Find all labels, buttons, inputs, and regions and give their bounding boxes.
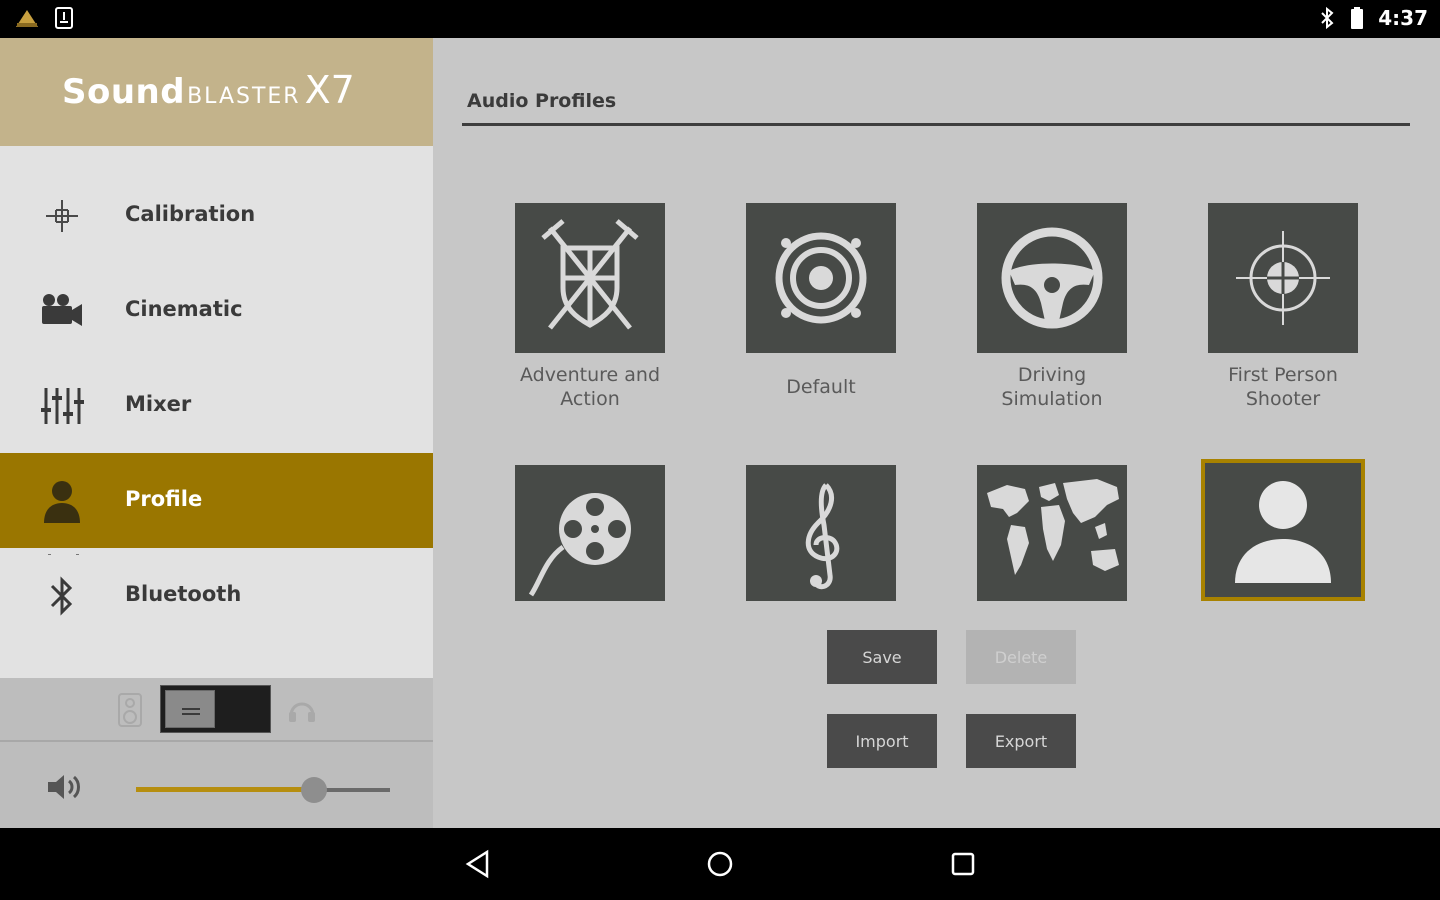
status-bar: 4:37 xyxy=(0,0,1440,38)
toggle-knob[interactable] xyxy=(165,690,215,728)
person-icon xyxy=(36,477,88,525)
sidebar-item-label: Mixer xyxy=(125,392,192,416)
profile-tile-driving[interactable] xyxy=(977,203,1127,353)
profile-tile-world[interactable] xyxy=(977,465,1127,601)
sidebar-item-bluetooth[interactable]: Bluetooth xyxy=(0,548,433,643)
sidebar-nav: Calibration Cinematic Mixer Profile Blue xyxy=(0,168,433,643)
sidebar-scroll-hint xyxy=(0,543,433,555)
steering-wheel-icon xyxy=(977,203,1127,353)
recents-icon[interactable] xyxy=(943,844,983,884)
volume-fill xyxy=(136,787,314,792)
download-notification-icon xyxy=(54,6,74,30)
crossed-swords-shield-icon xyxy=(515,203,665,353)
treble-clef-icon xyxy=(746,465,896,601)
soundblaster-logo: SoundBLASTER X7 xyxy=(62,68,355,112)
section-title: Audio Profiles xyxy=(467,90,617,112)
mixer-sliders-icon xyxy=(36,382,88,430)
warning-notification-icon xyxy=(14,7,40,29)
clock: 4:37 xyxy=(1378,6,1428,30)
volume-icon xyxy=(46,772,84,806)
sidebar-item-calibration[interactable]: Calibration xyxy=(0,168,433,263)
profile-tile-movie[interactable] xyxy=(515,465,665,601)
battery-icon xyxy=(1350,6,1364,30)
brand-header: SoundBLASTER X7 xyxy=(0,38,433,146)
main-panel: Audio Profiles Adventure and Action Defau… xyxy=(433,38,1440,828)
delete-button[interactable]: Delete xyxy=(966,630,1076,684)
system-nav-bar xyxy=(0,828,1440,900)
sidebar-item-label: Profile xyxy=(125,487,203,511)
crosshair-icon xyxy=(1208,203,1358,353)
sidebar-item-label: Calibration xyxy=(125,202,256,226)
profile-label: Adventure and Action xyxy=(519,364,661,410)
profile-tile-adventure[interactable] xyxy=(515,203,665,353)
speaker-cone-icon xyxy=(746,203,896,353)
film-reel-icon xyxy=(515,465,665,601)
sidebar-item-mixer[interactable]: Mixer xyxy=(0,358,433,453)
world-map-icon xyxy=(977,465,1127,601)
output-toggle[interactable] xyxy=(160,685,271,733)
section-divider xyxy=(462,123,1410,126)
calibration-icon xyxy=(36,192,88,240)
bluetooth-status-icon xyxy=(1318,6,1336,30)
sidebar-item-label: Bluetooth xyxy=(125,582,242,606)
speaker-icon xyxy=(116,692,144,732)
volume-slider[interactable] xyxy=(136,777,390,803)
home-icon[interactable] xyxy=(700,844,740,884)
export-button[interactable]: Export xyxy=(966,714,1076,768)
back-icon[interactable] xyxy=(458,844,498,884)
sidebar: SoundBLASTER X7 Calibration Cinematic Mix… xyxy=(0,38,433,828)
movie-camera-icon xyxy=(36,287,88,335)
profile-tile-music[interactable] xyxy=(746,465,896,601)
save-button[interactable]: Save xyxy=(827,630,937,684)
user-silhouette-icon xyxy=(1205,463,1361,597)
bluetooth-icon xyxy=(36,572,88,620)
sidebar-item-profile[interactable]: Profile xyxy=(0,453,433,548)
profile-label: Driving Simulation xyxy=(1001,364,1103,410)
output-switch xyxy=(0,678,433,742)
headphones-icon xyxy=(287,694,317,728)
sidebar-item-cinematic[interactable]: Cinematic xyxy=(0,263,433,358)
profile-tile-custom[interactable] xyxy=(1201,459,1365,601)
volume-thumb[interactable] xyxy=(300,777,327,803)
profile-label: Default xyxy=(786,376,856,398)
import-button[interactable]: Import xyxy=(827,714,937,768)
profile-tile-default[interactable] xyxy=(746,203,896,353)
profile-tile-fps[interactable] xyxy=(1208,203,1358,353)
sidebar-item-label: Cinematic xyxy=(125,297,243,321)
profile-label: First Person Shooter xyxy=(1228,364,1338,410)
volume-row xyxy=(0,742,433,828)
